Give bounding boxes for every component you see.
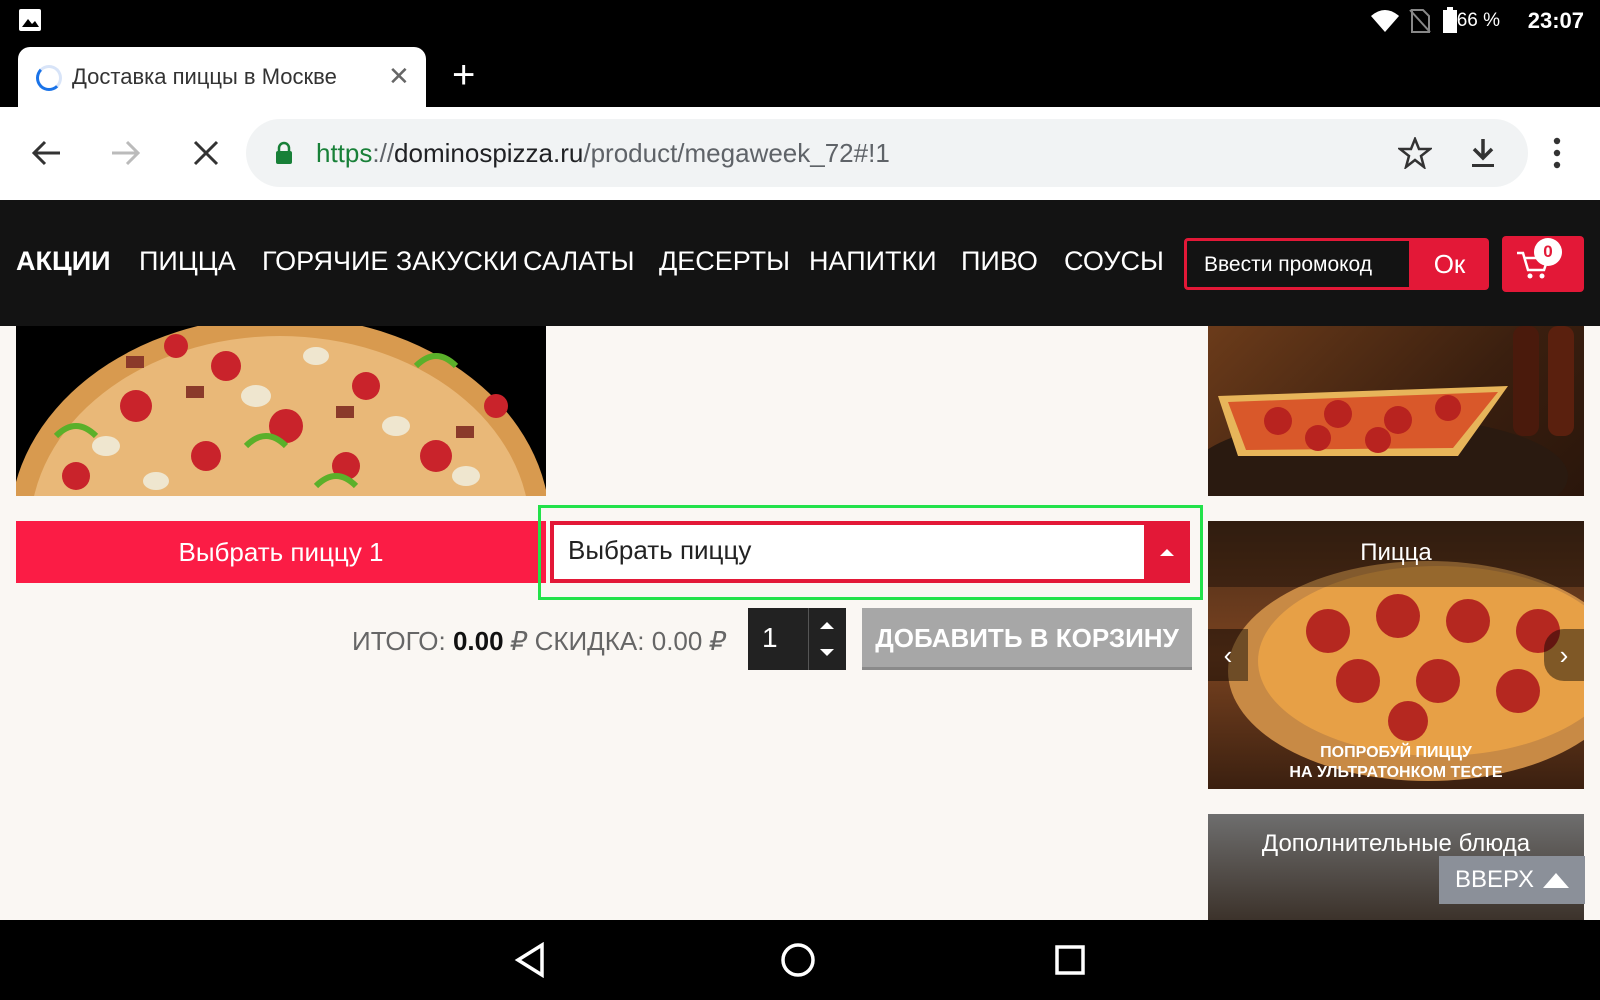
address-bar[interactable]: https://dominospizza.ru/product/megaweek… [246,119,1528,187]
pizza-slice-photo [1208,326,1574,496]
quantity-increase-icon[interactable] [812,614,842,636]
system-navigation-bar [0,920,1600,1000]
nav-item-desserts[interactable]: ДЕСЕРТЫ [659,246,790,277]
product-page: Выбрать пиццу 1 Выбрать пиццу ИТОГО: 0.0… [0,326,1600,920]
total-currency: ₽ [510,626,528,656]
stepper-divider [808,608,809,670]
stop-loading-icon[interactable] [192,139,220,167]
triangle-up-icon [1543,873,1569,888]
site-navigation: АКЦИИ ПИЦЦА ГОРЯЧИЕ ЗАКУСКИ САЛАТЫ ДЕСЕР… [0,200,1600,326]
url-path: /product/megaweek_72#!1 [583,138,890,168]
card-title-extra-dishes: Дополнительные блюда [1261,830,1531,857]
scroll-to-top-label: ВВЕРХ [1455,866,1534,893]
card-promo-text: ПОПРОБУЙ ПИЦЦУ НА УЛЬТРАТОНКОМ ТЕСТЕ [1208,743,1584,783]
download-icon[interactable] [1468,137,1498,169]
cart-count-badge: 0 [1534,238,1562,266]
card-promo-line2: НА УЛЬТРАТОНКОМ ТЕСТЕ [1289,764,1503,781]
discount-currency: ₽ [709,626,727,656]
lock-icon [276,141,292,164]
nav-item-hot-snacks[interactable]: ГОРЯЧИЕ ЗАКУСКИ [262,246,518,277]
promo-card-pizza[interactable]: Пицца ‹ › ПОПРОБУЙ ПИЦЦУ НА УЛЬТРАТОНКОМ… [1208,521,1584,789]
system-home-icon[interactable] [780,942,816,978]
new-tab-icon[interactable]: + [452,53,475,98]
discount-label: СКИДКА: [534,626,645,656]
scroll-to-top-button[interactable]: ВВЕРХ [1439,856,1585,904]
nav-item-sauces[interactable]: СОУСЫ [1064,246,1164,277]
url-host: dominospizza.ru [394,138,584,168]
back-arrow-icon[interactable] [30,137,62,169]
promo-ok-button[interactable]: Ок [1410,238,1489,290]
no-sim-icon [1409,9,1431,33]
wifi-icon [1371,10,1399,32]
carousel-prev-icon[interactable]: ‹ [1208,629,1248,681]
dropdown-toggle[interactable] [1148,525,1186,579]
status-bar: 66 % 23:07 [0,0,1600,45]
promo-code-input[interactable]: Ввести промокод [1184,238,1412,290]
total-label: ИТОГО: [352,626,446,656]
close-tab-icon[interactable]: ✕ [388,61,410,92]
url-separator: :// [372,138,395,168]
quantity-value: 1 [762,622,778,653]
add-to-cart-button[interactable]: ДОБАВИТЬ В КОРЗИНУ [862,608,1192,670]
tab-strip: Доставка пиццы в Москве ✕ + [0,45,1600,107]
system-recents-icon[interactable] [1054,944,1086,976]
card-title-pizza: Пицца [1360,539,1432,566]
browser-toolbar: https://dominospizza.ru/product/megaweek… [0,107,1600,200]
forward-arrow-icon[interactable] [110,137,142,169]
order-totals: ИТОГО: 0.00 ₽ СКИДКА: 0.00 ₽ [352,626,726,657]
loading-spinner-icon [36,65,62,91]
nav-item-salads[interactable]: САЛАТЫ [523,246,635,277]
nav-item-drinks[interactable]: НАПИТКИ [809,246,937,277]
tab-title: Доставка пиццы в Москве [72,64,337,89]
nav-item-promotions[interactable]: АКЦИИ [16,246,111,277]
card-promo-line1: ПОПРОБУЙ ПИЦЦУ [1320,744,1472,761]
carousel-next-icon[interactable]: › [1544,629,1584,681]
image-notification-icon [19,9,41,31]
pizza-select-dropdown[interactable]: Выбрать пиццу [550,521,1190,583]
nav-item-pizza[interactable]: ПИЦЦА [139,246,236,277]
nav-item-beer[interactable]: ПИВО [961,246,1038,277]
clock: 23:07 [1527,8,1584,33]
overflow-menu-icon[interactable] [1552,135,1562,171]
pizza-photo [16,326,546,496]
quantity-decrease-icon[interactable] [812,642,842,664]
pizza-image [16,326,546,496]
caret-up-icon [1160,549,1174,556]
discount-value: 0.00 [651,626,703,656]
bookmark-star-icon[interactable] [1398,137,1432,169]
url-scheme: https [316,138,373,168]
browser-tab[interactable]: Доставка пиццы в Москве ✕ [18,47,426,107]
url-text: https://dominospizza.ru/product/megaweek… [316,138,890,169]
system-back-icon[interactable] [514,942,546,978]
battery-percent: 66 % [1456,10,1500,31]
quantity-stepper[interactable]: 1 [748,608,846,670]
total-value: 0.00 [452,626,504,656]
promo-card-pizza-drinks[interactable] [1208,326,1584,496]
choose-pizza-1-button[interactable]: Выбрать пиццу 1 [16,521,546,583]
battery-icon [1443,7,1457,33]
pizza-select-value: Выбрать пиццу [554,525,1144,579]
